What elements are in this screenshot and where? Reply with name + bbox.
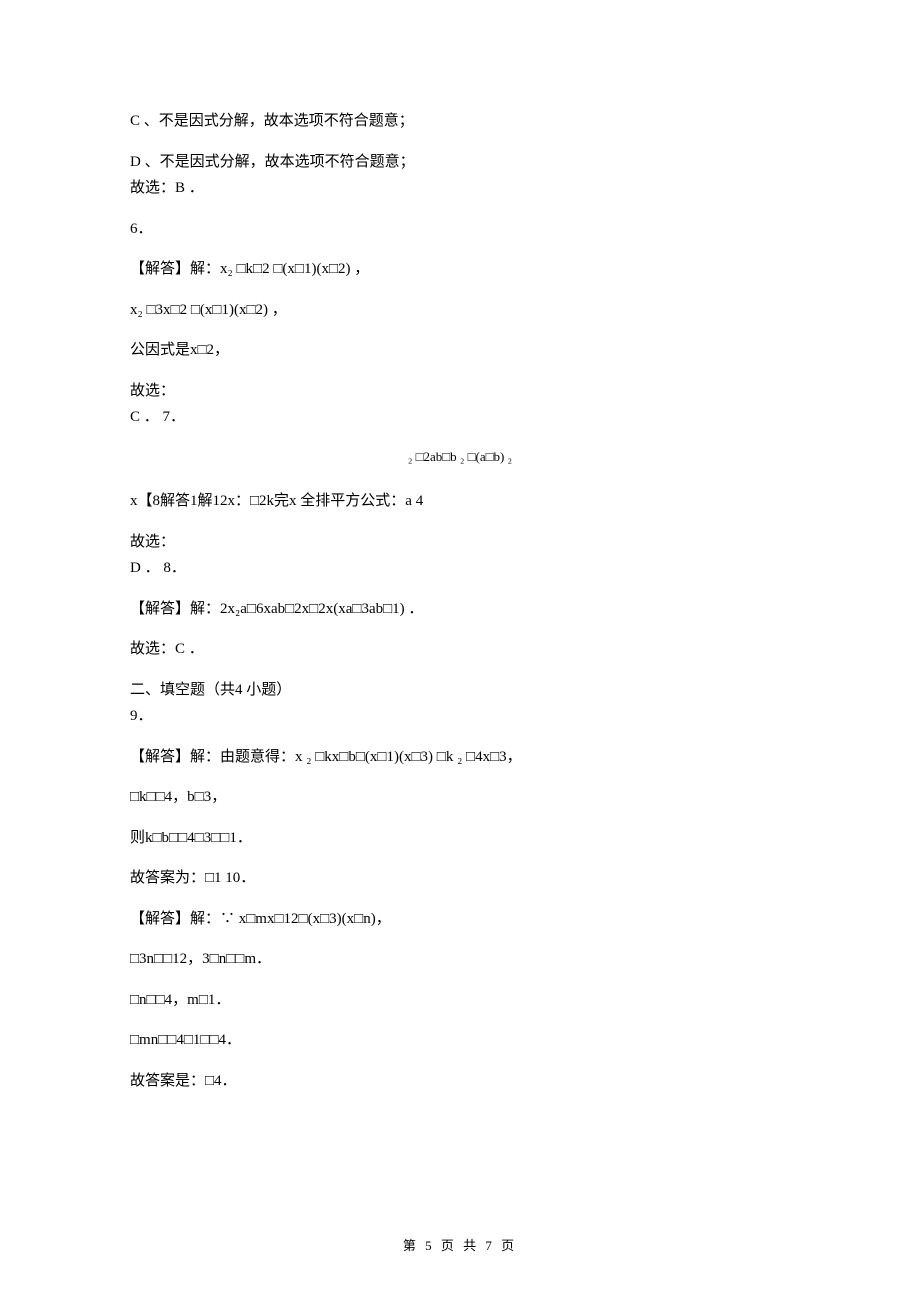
q10-solution-line4: □mn□□4□1□□4．	[130, 1029, 790, 1052]
q7-answer-value: D ． 8．	[130, 557, 790, 580]
section-2-header-block: 二、填空题（共4 小题） 9．	[130, 679, 790, 728]
answer-select-b: 故选：B ．	[130, 177, 790, 200]
q6-answer-block: 故选： C ． 7．	[130, 380, 790, 429]
page-content: C 、不是因式分解，故本选项不符合题意； D 、不是因式分解，故本选项不符合题意…	[0, 0, 920, 1160]
q9-solution-line1: 【解答】解：由题意得：x ₂ □kx□b□(x□1)(x□3) □k ₂ □4x…	[130, 746, 790, 769]
q10-solution-line3: □n□□4，m□1．	[130, 989, 790, 1012]
q9-solution-line2: □k□□4，b□3，	[130, 786, 790, 809]
q6-solution-line2: x₂ □3x□2 □(x□1)(x□2) ，	[130, 299, 790, 322]
option-d-block: D 、不是因式分解，故本选项不符合题意； 故选：B ．	[130, 151, 790, 200]
q6-answer-value: C ． 7．	[130, 406, 790, 429]
page-footer: 第 5 页 共 7 页	[0, 1235, 920, 1254]
q9-answer: 故答案为：□1 10．	[130, 867, 790, 890]
q10-solution-line2: □3n□□12，3□n□□m．	[130, 948, 790, 971]
q9-solution-line3: 则k□b□□4□3□□1．	[130, 827, 790, 850]
q10-answer: 故答案是：□4．	[130, 1070, 790, 1093]
question-9-number: 9．	[130, 705, 790, 728]
q6-solution-line3: 公因式是x□2，	[130, 339, 790, 362]
q6-solution-line1: 【解答】解：x₂ □k□2 □(x□1)(x□2) ，	[130, 258, 790, 281]
q7-solution-text: x【8解答1解12x：□2k完x 全排平方公式：a 4	[130, 490, 790, 513]
q6-answer-prefix: 故选：	[130, 380, 790, 403]
q8-answer: 故选：C ．	[130, 638, 790, 661]
q10-solution-line1: 【解答】解：∵ x□mx□12□(x□3)(x□n)，	[130, 908, 790, 931]
q7-answer-prefix: 故选：	[130, 531, 790, 554]
q8-solution-text: 【解答】解：2x₂a□6xab□2x□2x(xa□3ab□1) ．	[130, 598, 790, 621]
section-2-header: 二、填空题（共4 小题）	[130, 679, 790, 702]
option-c-text: C 、不是因式分解，故本选项不符合题意；	[130, 110, 790, 133]
option-d-text: D 、不是因式分解，故本选项不符合题意；	[130, 151, 790, 174]
q7-answer-block: 故选： D ． 8．	[130, 531, 790, 580]
q7-exponent-fragment: ₂ □2ab□b ₂ □(a□b) ₂	[130, 447, 790, 467]
question-6-number: 6．	[130, 218, 790, 241]
